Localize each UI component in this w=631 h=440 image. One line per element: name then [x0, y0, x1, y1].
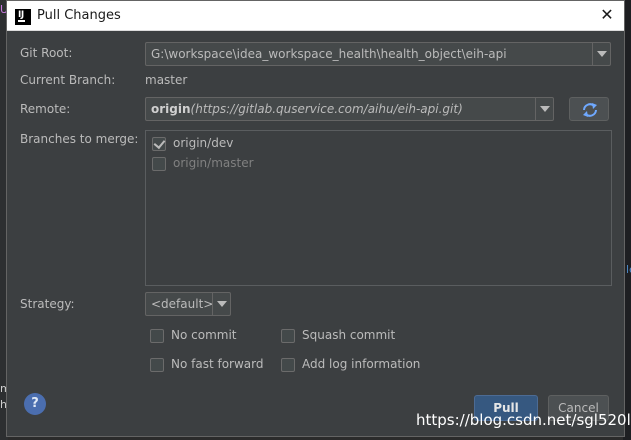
refresh-remotes-button[interactable]: [569, 97, 609, 121]
current-branch-value: master: [145, 73, 188, 87]
no-fast-forward-option[interactable]: No fast forward: [150, 357, 275, 373]
branch-label: origin/dev: [173, 136, 234, 150]
branch-checkbox[interactable]: [152, 157, 166, 171]
refresh-icon: [583, 103, 597, 117]
remote-combobox[interactable]: origin(https://gitlab.quservice.com/aihu…: [145, 97, 554, 121]
chevron-down-icon[interactable]: [535, 98, 553, 120]
title-bar[interactable]: IJ Pull Changes ✕: [7, 1, 624, 31]
intellij-icon: IJ: [15, 9, 31, 25]
remote-name: origin: [151, 102, 191, 116]
remote-label: Remote:: [20, 102, 71, 116]
git-root-value: G:\workspace\idea_workspace_health\healt…: [151, 47, 507, 61]
strategy-label: Strategy:: [20, 297, 75, 311]
branch-label: origin/master: [173, 156, 254, 170]
dialog-title: Pull Changes: [37, 8, 121, 23]
no-commit-label: No commit: [171, 328, 237, 342]
remote-url: (https://gitlab.quservice.com/aihu/eih-a…: [190, 102, 463, 116]
no-fast-forward-label: No fast forward: [171, 357, 264, 371]
add-log-information-label: Add log information: [302, 357, 421, 371]
ide-fragment-text: le: [626, 263, 631, 276]
branch-checkbox-checked[interactable]: [152, 137, 166, 151]
branches-list[interactable]: origin/dev origin/master: [145, 130, 612, 286]
add-log-information-checkbox[interactable]: [281, 358, 295, 372]
git-root-combobox[interactable]: G:\workspace\idea_workspace_health\healt…: [145, 42, 611, 66]
no-commit-option[interactable]: No commit: [150, 328, 270, 344]
branch-item-origin-dev[interactable]: origin/dev: [152, 136, 352, 152]
close-icon[interactable]: ✕: [598, 6, 616, 24]
help-button[interactable]: ?: [24, 393, 46, 415]
strategy-combobox[interactable]: <default>: [145, 292, 231, 316]
no-commit-checkbox[interactable]: [150, 329, 164, 343]
squash-commit-checkbox[interactable]: [281, 329, 295, 343]
add-log-information-option[interactable]: Add log information: [281, 357, 431, 373]
chevron-down-icon[interactable]: [592, 43, 610, 65]
strategy-value: <default>: [151, 297, 214, 311]
pull-changes-dialog: IJ Pull Changes ✕ Git Root: G:\workspace…: [6, 0, 625, 437]
current-branch-label: Current Branch:: [20, 73, 116, 87]
branch-item-origin-master[interactable]: origin/master: [152, 156, 352, 172]
branches-to-merge-label: Branches to merge:: [20, 132, 139, 146]
no-fast-forward-checkbox[interactable]: [150, 358, 164, 372]
squash-commit-option[interactable]: Squash commit: [281, 328, 421, 344]
git-root-label: Git Root:: [20, 46, 73, 60]
squash-commit-label: Squash commit: [302, 328, 396, 342]
chevron-down-icon[interactable]: [212, 293, 230, 315]
watermark-text: https://blog.csdn.net/sgl520lxl: [416, 411, 631, 429]
remote-value: origin(https://gitlab.quservice.com/aihu…: [151, 102, 463, 116]
